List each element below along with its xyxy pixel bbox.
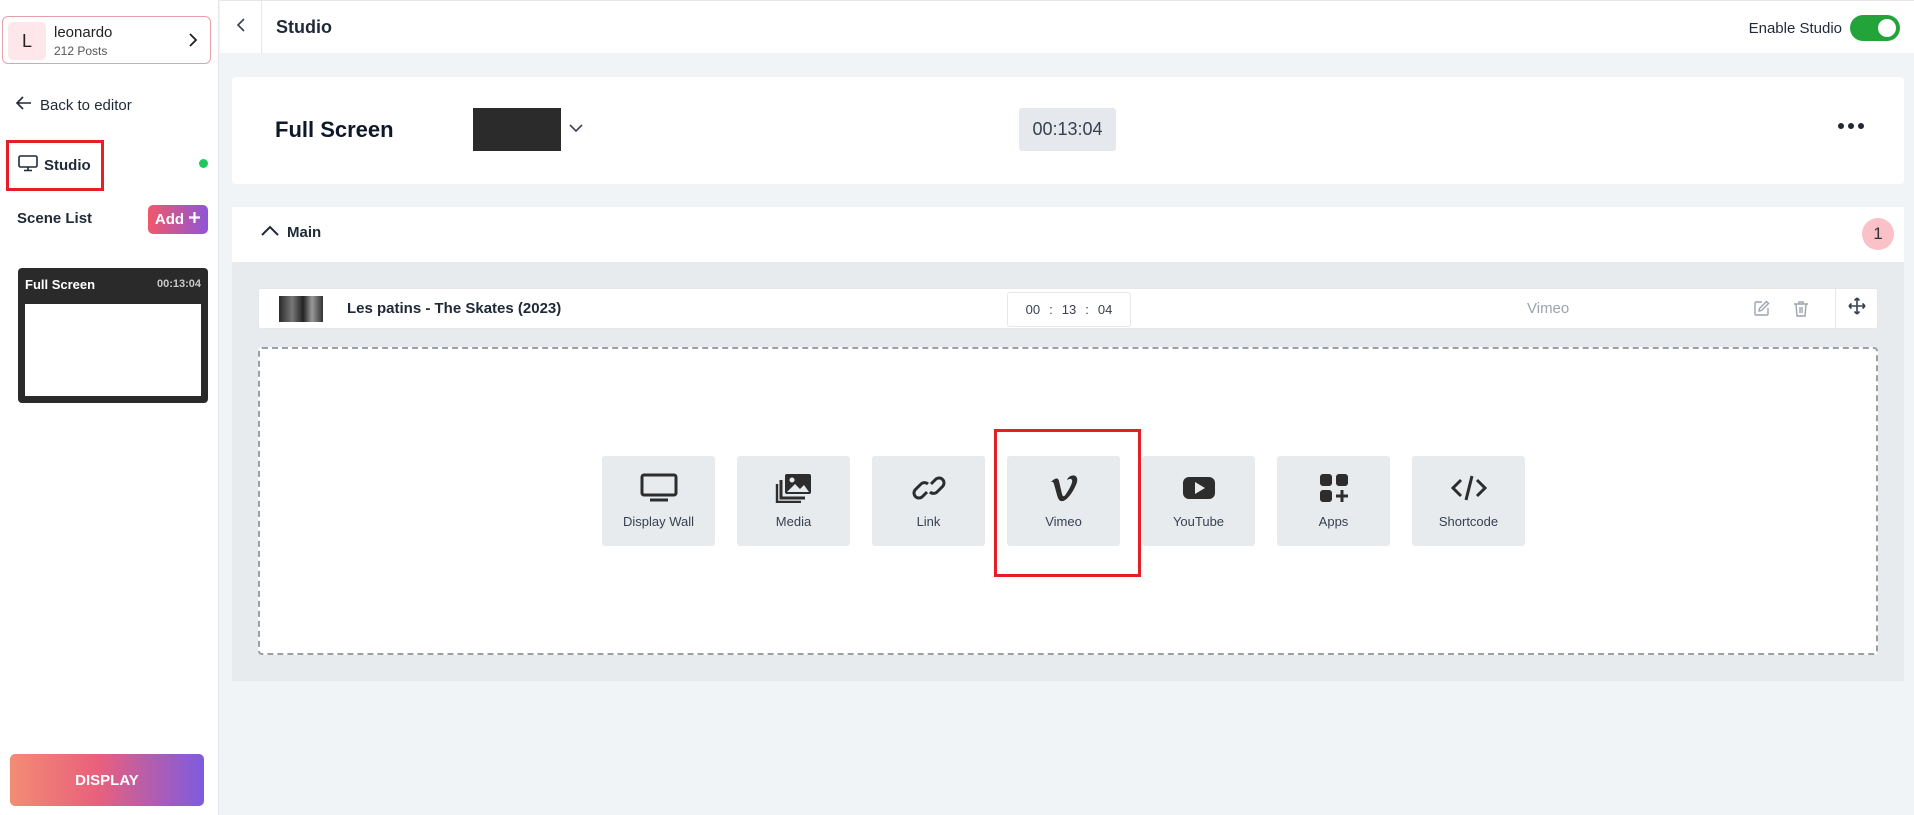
sidebar-item-label: Studio <box>44 157 91 174</box>
account-switcher[interactable]: L leonardo 212 Posts <box>2 16 211 64</box>
add-scene-button[interactable]: Add <box>148 205 208 234</box>
tile-youtube[interactable]: YouTube <box>1142 456 1255 546</box>
add-scene-label: Add <box>154 211 185 228</box>
display-button[interactable]: DISPLAY <box>10 754 204 806</box>
trash-icon[interactable] <box>1789 289 1813 328</box>
collapse-sidebar-button[interactable] <box>220 1 262 54</box>
duration-hours[interactable]: 00 <box>1026 302 1040 317</box>
monitor-icon <box>640 473 678 506</box>
tile-label: Media <box>775 514 812 529</box>
time-separator: : <box>1049 302 1053 317</box>
enable-studio-control: Enable Studio <box>1749 15 1900 41</box>
tile-label: YouTube <box>1172 514 1225 529</box>
tile-link[interactable]: Link <box>872 456 985 546</box>
tile-label: Shortcode <box>1438 514 1499 529</box>
top-bar: Studio Enable Studio <box>220 0 1914 54</box>
scene-name: Full Screen <box>275 117 394 142</box>
avatar: L <box>8 22 46 60</box>
item-duration-input[interactable]: 00 : 13 : 04 <box>1007 292 1131 327</box>
main-section-header[interactable]: Main 1 <box>232 207 1904 262</box>
account-name: leonardo <box>54 24 113 41</box>
duration-minutes[interactable]: 13 <box>1062 302 1076 317</box>
sidebar: L leonardo 212 Posts Back to editor Stud… <box>0 0 219 815</box>
scene-card[interactable]: Full Screen 00:13:04 <box>18 268 208 403</box>
back-to-editor-label: Back to editor <box>40 96 132 114</box>
sidebar-item-studio[interactable]: Studio <box>6 140 104 191</box>
images-icon <box>775 473 813 506</box>
account-posts-count: 212 Posts <box>54 44 108 58</box>
scene-header-panel: Full Screen 00:13:04 <box>232 77 1904 184</box>
enable-studio-label: Enable Studio <box>1748 19 1842 37</box>
tile-shortcode[interactable]: Shortcode <box>1412 456 1525 546</box>
scene-duration: 00:13:04 <box>1019 108 1116 151</box>
tile-apps[interactable]: Apps <box>1277 456 1390 546</box>
tile-label: Apps <box>1318 514 1349 529</box>
plus-icon <box>188 211 201 228</box>
tile-media[interactable]: Media <box>737 456 850 546</box>
main-section-label: Main <box>287 224 322 241</box>
tile-label: Display Wall <box>622 514 695 529</box>
duration-seconds[interactable]: 04 <box>1098 302 1112 317</box>
page-title: Studio <box>276 17 332 37</box>
scene-card-title: Full Screen <box>25 277 96 292</box>
status-dot <box>199 159 208 168</box>
back-to-editor-link[interactable]: Back to editor <box>15 96 132 114</box>
chevron-left-icon <box>236 18 246 37</box>
scene-card-duration: 00:13:04 <box>156 278 201 290</box>
item-source: Vimeo <box>1527 300 1570 317</box>
apps-icon <box>1315 473 1353 506</box>
item-count-badge: 1 <box>1862 218 1894 250</box>
time-separator: : <box>1085 302 1089 317</box>
youtube-icon <box>1180 473 1218 506</box>
scene-card-preview <box>25 304 201 396</box>
chevron-down-icon[interactable] <box>569 120 583 138</box>
move-icon <box>1847 297 1866 320</box>
item-thumbnail <box>279 296 323 322</box>
item-title: Les patins - The Skates (2023) <box>347 300 562 317</box>
highlight-box <box>994 429 1141 577</box>
link-icon <box>910 473 948 506</box>
tile-display-wall[interactable]: Display Wall <box>602 456 715 546</box>
code-icon <box>1450 473 1488 506</box>
tile-label: Link <box>916 514 941 529</box>
playlist-item-row[interactable]: Les patins - The Skates (2023) 00 : 13 :… <box>258 288 1878 329</box>
drag-handle[interactable] <box>1835 289 1877 328</box>
more-options-icon[interactable] <box>1838 123 1864 129</box>
edit-icon[interactable] <box>1749 289 1773 328</box>
scene-list-heading: Scene List <box>17 210 93 227</box>
chevron-right-icon <box>186 32 200 53</box>
scene-color-swatch[interactable] <box>473 108 561 151</box>
chevron-up-icon[interactable] <box>260 224 280 243</box>
arrow-left-icon <box>15 96 32 114</box>
monitor-icon <box>18 155 38 176</box>
enable-studio-toggle[interactable] <box>1850 15 1900 41</box>
